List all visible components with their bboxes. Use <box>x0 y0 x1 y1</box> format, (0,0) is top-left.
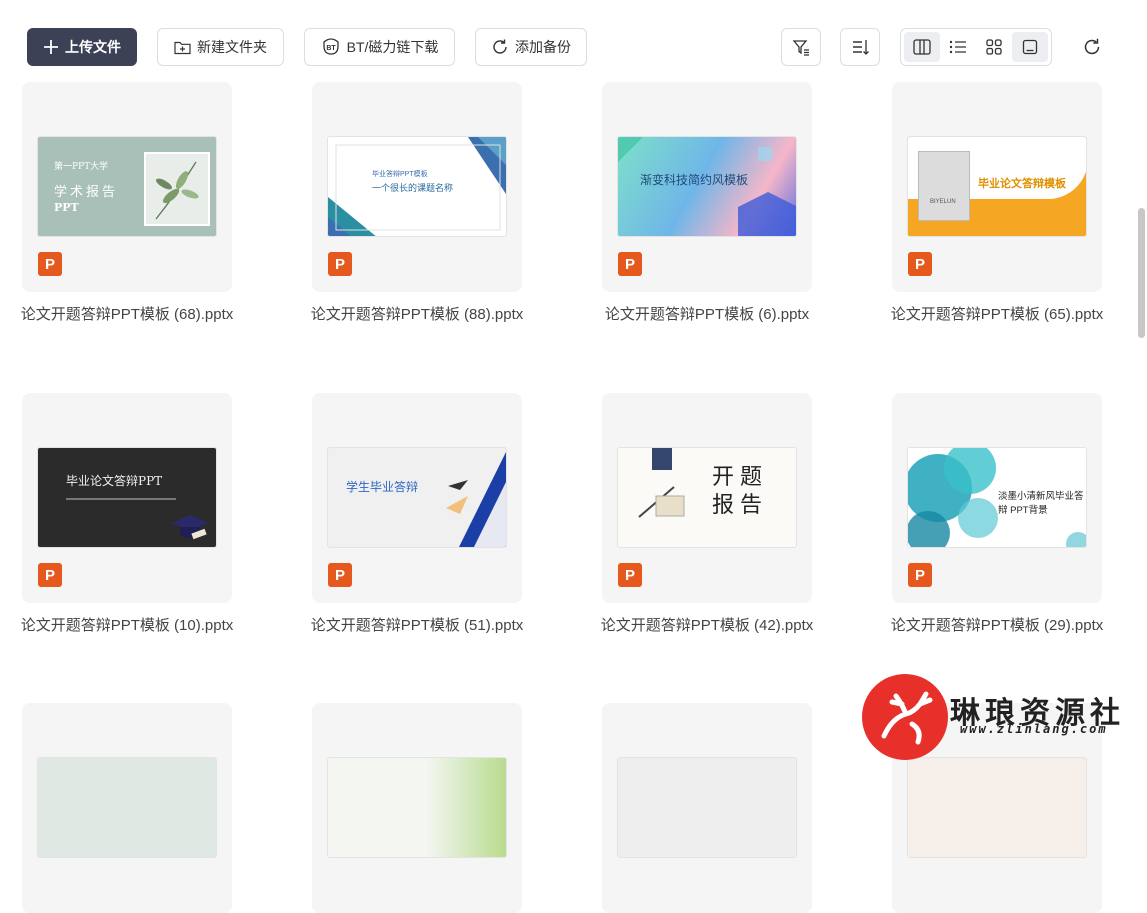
pptx-file-icon: P <box>328 563 352 587</box>
view-mode-switcher <box>900 28 1052 66</box>
file-card[interactable]: 毕业论文答辩PPT P 论文开题答辩PPT模板 (10).pptx <box>21 393 233 634</box>
toolbar: 上传文件 新建文件夹 BT BT/磁力链下载 添加备份 <box>27 28 1147 68</box>
watermark: 琳琅资源社 www.zlinlang.com <box>862 674 1132 760</box>
file-name[interactable]: 论文开题答辩PPT模板 (6).pptx <box>592 302 822 327</box>
file-card[interactable]: 学生毕业答辩 P 论文开题答辩PPT模板 (51).pptx <box>311 393 523 634</box>
file-name[interactable]: 论文开题答辩PPT模板 (65).pptx <box>882 302 1112 327</box>
svg-text:BT: BT <box>326 45 336 52</box>
file-thumbnail: BIYELUN 毕业论文答辩模板 P <box>892 82 1102 292</box>
file-name[interactable]: 论文开题答辩PPT模板 (10).pptx <box>12 613 242 638</box>
upload-button[interactable]: 上传文件 <box>27 28 137 66</box>
bt-download-button[interactable]: BT BT/磁力链下载 <box>304 28 455 66</box>
slide-preview: BIYELUN 毕业论文答辩模板 <box>907 136 1087 237</box>
deer-logo <box>862 674 948 760</box>
file-thumbnail: 开题报告 P <box>602 393 812 603</box>
upload-label: 上传文件 <box>65 39 121 55</box>
pptx-file-icon: P <box>908 563 932 587</box>
file-thumbnail: 渐变科技简约风模板 P <box>602 82 812 292</box>
columns-icon <box>913 39 931 55</box>
file-name[interactable]: 论文开题答辩PPT模板 (29).pptx <box>882 613 1112 638</box>
thumbnail-icon <box>1022 39 1038 55</box>
file-thumbnail: 毕业答辩PPT模板 一个很长的课题名称 P <box>312 82 522 292</box>
slide-preview: 渐变科技简约风模板 <box>617 136 797 237</box>
slide-preview <box>617 757 797 858</box>
file-thumbnail: 毕业论文答辩PPT P <box>22 393 232 603</box>
slide-preview: 第一PPT大学 学术报告 PPT <box>37 136 217 237</box>
slide-preview: 开题报告 <box>617 447 797 548</box>
file-name[interactable]: 论文开题答辩PPT模板 (51).pptx <box>302 613 532 638</box>
grid-view-button[interactable] <box>976 32 1012 62</box>
large-thumbnail-view-button[interactable] <box>1012 32 1048 62</box>
file-thumbnail: 淡墨小清新风毕业答辩 PPT背景 P <box>892 393 1102 603</box>
pptx-file-icon: P <box>618 563 642 587</box>
slide-preview <box>327 757 507 858</box>
file-card[interactable]: 渐变科技简约风模板 P 论文开题答辩PPT模板 (6).pptx <box>602 82 812 323</box>
file-card[interactable]: BIYELUN 毕业论文答辩模板 P 论文开题答辩PPT模板 (65).pptx <box>891 82 1103 323</box>
bt-download-label: BT/磁力链下载 <box>346 39 439 55</box>
slide-preview <box>907 757 1087 858</box>
slide-preview: 学生毕业答辩 <box>327 447 507 548</box>
file-thumbnail <box>312 703 522 913</box>
new-folder-button[interactable]: 新建文件夹 <box>157 28 284 66</box>
watermark-url: www.zlinlang.com <box>960 722 1108 736</box>
slide-preview: 毕业答辩PPT模板 一个很长的课题名称 <box>327 136 507 237</box>
file-name[interactable]: 论文开题答辩PPT模板 (88).pptx <box>302 302 532 327</box>
file-card[interactable]: 开题报告 P 论文开题答辩PPT模板 (42).pptx <box>601 393 813 634</box>
file-card[interactable]: 毕业答辩PPT模板 一个很长的课题名称 P 论文开题答辩PPT模板 (88).p… <box>311 82 523 323</box>
list-view-button[interactable] <box>940 32 976 62</box>
file-thumbnail <box>602 703 812 913</box>
file-card[interactable] <box>602 703 812 913</box>
bt-magnet-icon: BT <box>322 38 339 55</box>
ink-pen-illustration <box>638 486 685 518</box>
add-backup-label: 添加备份 <box>515 39 571 55</box>
sort-button[interactable] <box>840 28 880 66</box>
sort-icon <box>853 40 869 55</box>
graduation-cap-icon <box>172 515 208 540</box>
pptx-file-icon: P <box>618 252 642 276</box>
plus-icon <box>44 40 58 54</box>
file-thumbnail: 第一PPT大学 学术报告 PPT P <box>22 82 232 292</box>
folder-plus-icon <box>174 41 191 54</box>
columns-view-button[interactable] <box>904 32 940 62</box>
new-folder-label: 新建文件夹 <box>197 39 267 55</box>
filter-icon <box>792 40 809 56</box>
file-thumbnail <box>22 703 232 913</box>
refresh-button[interactable] <box>1079 28 1105 66</box>
add-backup-button[interactable]: 添加备份 <box>475 28 587 66</box>
filter-button[interactable] <box>781 28 821 66</box>
pptx-file-icon: P <box>38 252 62 276</box>
slide-preview: 毕业论文答辩PPT <box>37 447 217 548</box>
file-name[interactable]: 论文开题答辩PPT模板 (42).pptx <box>592 613 822 638</box>
refresh-icon <box>1084 38 1100 55</box>
list-icon <box>949 40 966 54</box>
slide-preview <box>37 757 217 858</box>
pptx-file-icon: P <box>908 252 932 276</box>
leaf-illustration <box>144 152 210 226</box>
file-name[interactable]: 论文开题答辩PPT模板 (68).pptx <box>12 302 242 327</box>
pptx-file-icon: P <box>38 563 62 587</box>
vertical-scrollbar[interactable] <box>1138 208 1145 338</box>
backup-sync-icon <box>493 39 507 54</box>
file-card[interactable]: 第一PPT大学 学术报告 PPT P 论文开题答辩PPT模板 (68).pptx <box>21 82 233 323</box>
file-thumbnail: 学生毕业答辩 P <box>312 393 522 603</box>
grid-icon <box>986 39 1002 55</box>
slide-preview: 淡墨小清新风毕业答辩 PPT背景 <box>907 447 1087 548</box>
file-card[interactable] <box>22 703 232 913</box>
file-card[interactable] <box>312 703 522 913</box>
file-card[interactable]: 淡墨小清新风毕业答辩 PPT背景 P 论文开题答辩PPT模板 (29).pptx <box>891 393 1103 634</box>
pptx-file-icon: P <box>328 252 352 276</box>
